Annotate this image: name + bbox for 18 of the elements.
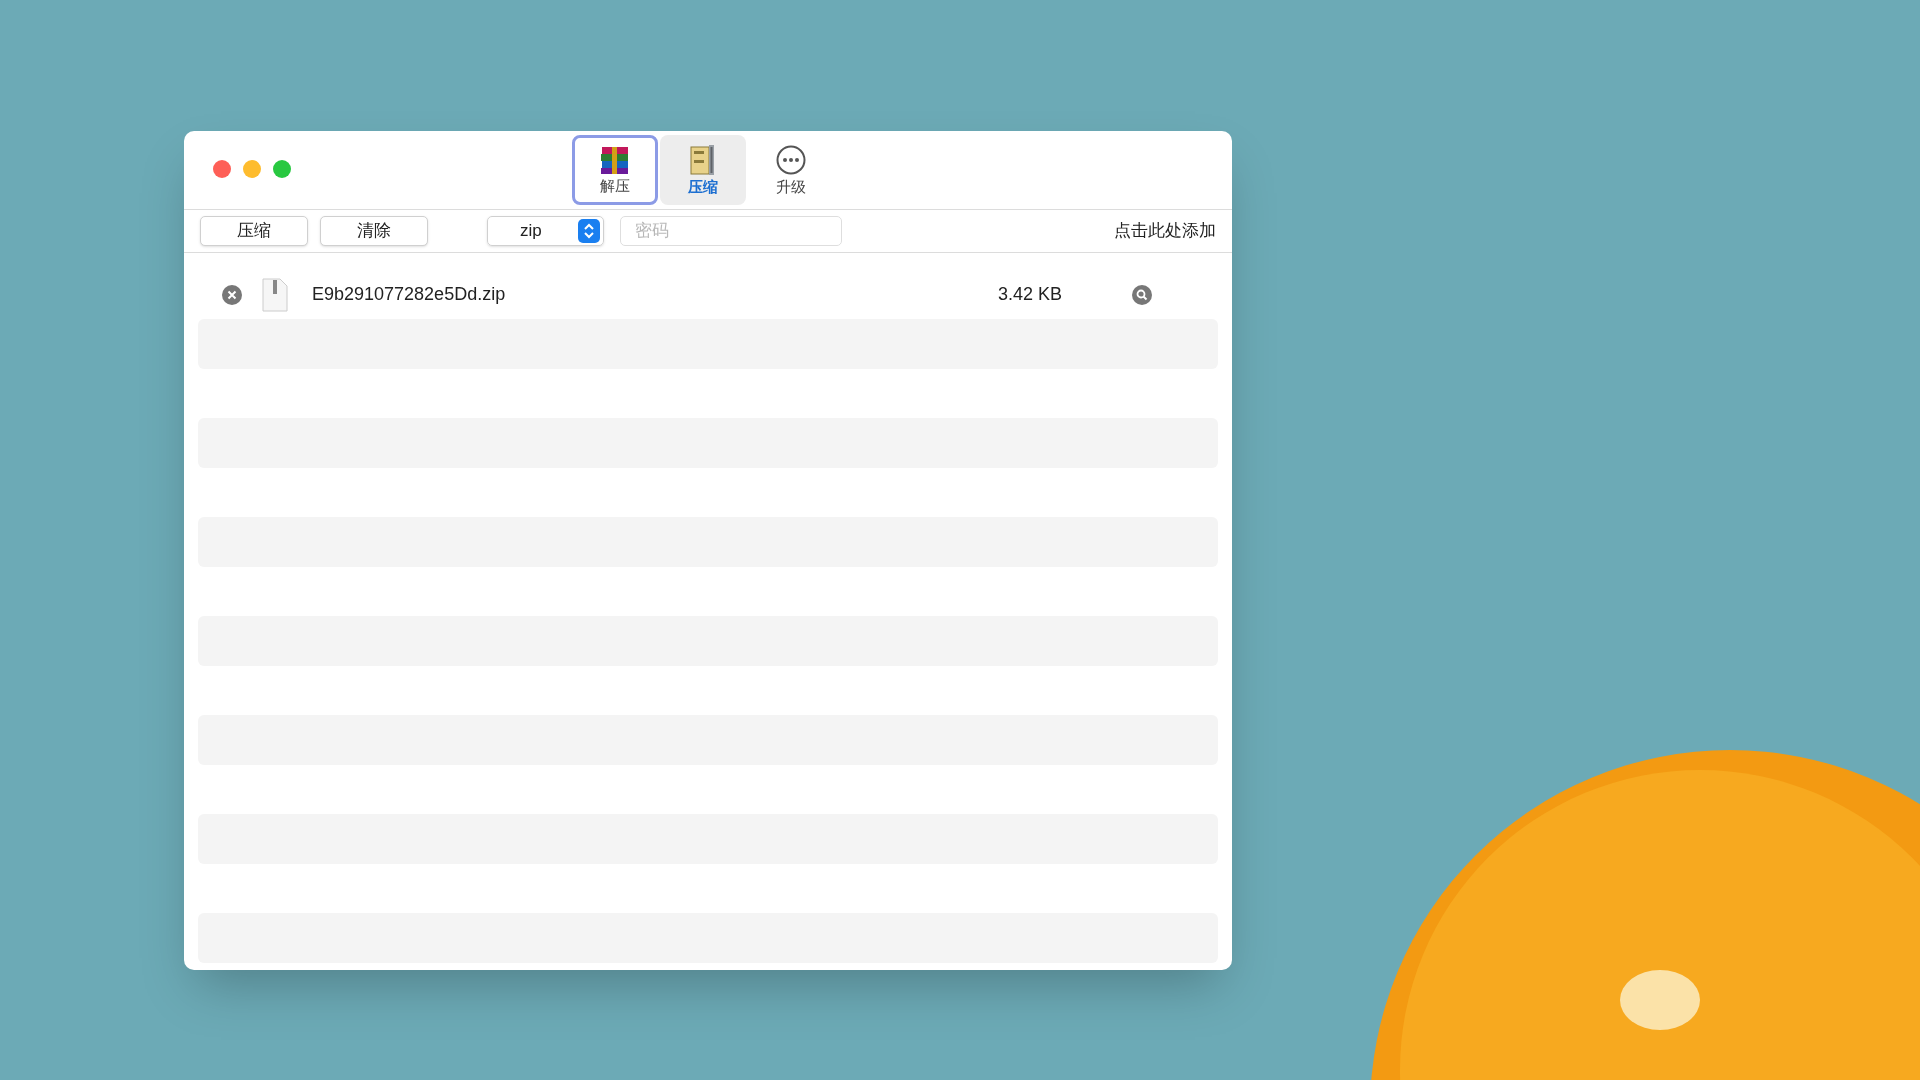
zoom-button[interactable] [273,160,291,178]
action-button[interactable]: 压缩 [200,216,308,246]
close-button[interactable] [213,160,231,178]
file-size: 3.42 KB [997,283,1062,306]
format-select[interactable]: zip [487,216,604,246]
remove-icon[interactable] [222,284,242,305]
password-field[interactable]: 密码 [620,216,842,246]
toolbar-tab[interactable]: 压缩 [660,135,746,205]
file-name: E9b291077282e5Dd.zip [312,283,506,306]
toolbar-tab[interactable]: 解压 [572,135,658,205]
add-hint[interactable]: 点击此处添加 [1114,218,1216,244]
minimize-button[interactable] [243,160,261,178]
more-icon [775,144,807,176]
zip-file-icon [262,277,288,312]
toolbar-tab[interactable]: 升级 [748,135,834,205]
search-icon[interactable] [1132,284,1152,305]
stepper-icon [578,219,600,243]
action-button[interactable]: 清除 [320,216,428,246]
